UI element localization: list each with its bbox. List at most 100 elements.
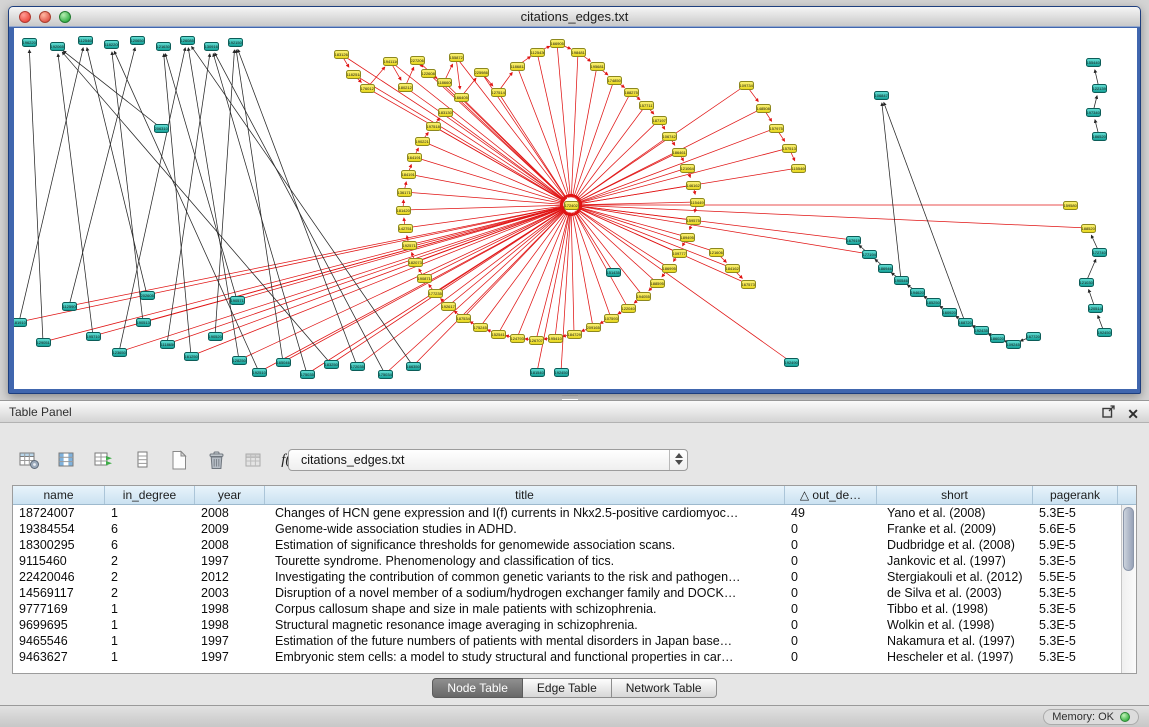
graph-node[interactable]: 1831264 <box>334 50 349 59</box>
graph-node[interactable]: 1841627 <box>725 264 740 273</box>
graph-node[interactable]: 1155469 <box>791 164 806 173</box>
table-disabled-icon[interactable] <box>241 447 268 473</box>
graph-node[interactable]: 1802126 <box>398 83 413 92</box>
table-row[interactable]: 1830029562008Estimation of significance … <box>13 537 1121 553</box>
table-row[interactable]: 969969511998Structural magnetic resonanc… <box>13 617 1121 633</box>
graph-node[interactable]: 1841913 <box>401 170 416 179</box>
graph-node[interactable]: 1210305 <box>1079 278 1094 287</box>
graph-node[interactable]: 1525415 <box>491 330 506 339</box>
graph-node[interactable]: 1664051 <box>454 93 469 102</box>
graph-node[interactable]: 1182518 <box>346 70 361 79</box>
graph-node[interactable]: 1924902 <box>784 358 799 367</box>
graph-node[interactable]: 1815405 <box>530 368 545 377</box>
table-select-combobox[interactable]: citations_edges.txt <box>288 449 688 471</box>
graph-node[interactable]: 1750344 <box>378 370 393 379</box>
graph-node[interactable]: 1894951 <box>680 233 695 242</box>
graph-node[interactable]: 1750355 <box>300 370 315 379</box>
column-header-pagerank[interactable]: pagerank <box>1033 486 1118 504</box>
graph-node[interactable]: 1675737 <box>741 280 756 289</box>
graph-node[interactable]: 1902214 <box>415 137 430 146</box>
column-header-short[interactable]: short <box>877 486 1033 504</box>
graph-node[interactable]: 1118650 <box>160 340 175 349</box>
graph-node[interactable]: 1720354 <box>350 362 365 371</box>
graph-node[interactable]: 1125465 <box>78 36 93 45</box>
column-header-year[interactable]: year <box>195 486 265 504</box>
table-row[interactable]: 946362711997Embryonic stem cells: a mode… <box>13 649 1121 665</box>
graph-node[interactable]: 1067427 <box>662 132 677 141</box>
graph-node[interactable]: 1925712 <box>402 241 417 250</box>
graph-node[interactable]: 1727405 <box>1092 248 1107 257</box>
graph-node[interactable]: 1962205 <box>22 38 37 47</box>
graph-node[interactable]: 1819105 <box>14 318 27 327</box>
graph-node[interactable]: 1924355 <box>974 326 989 335</box>
graph-node[interactable]: 2259867 <box>474 68 489 77</box>
graph-node[interactable]: 1852505 <box>926 298 941 307</box>
graph-node[interactable]: 1579751 <box>769 124 784 133</box>
graph-node[interactable]: 1205145 <box>1088 304 1103 313</box>
graph-node[interactable]: 1924505 <box>1097 328 1112 337</box>
graph-node[interactable]: 1577117 <box>639 101 654 110</box>
table-columns-icon[interactable] <box>53 447 80 473</box>
graph-node[interactable]: 1275141 <box>491 88 506 97</box>
graph-node[interactable]: 1864610 <box>672 148 687 157</box>
graph-node[interactable]: 1226083 <box>421 69 436 78</box>
graph-node[interactable]: 1154491 <box>690 198 705 207</box>
graph-node[interactable]: 1905714 <box>230 296 245 305</box>
graph-node[interactable]: 1309165 <box>204 42 219 51</box>
graph-node[interactable]: 1575135 <box>782 144 797 153</box>
graph-node[interactable]: 1186812 <box>510 62 525 71</box>
graph-node[interactable]: 2272065 <box>410 56 425 65</box>
graph-node[interactable]: 2091651 <box>586 323 601 332</box>
graph-node[interactable]: 1752452 <box>473 323 488 332</box>
graph-node[interactable]: 1461627 <box>686 181 701 190</box>
column-header-in_degree[interactable]: in_degree <box>105 486 195 504</box>
graph-node[interactable]: 1663505 <box>406 362 421 371</box>
close-window-icon[interactable] <box>19 11 31 23</box>
table-row[interactable]: 2242004622012Investigating the contribut… <box>13 569 1121 585</box>
table-row[interactable]: 977716911998Corpus callosum shape and si… <box>13 601 1121 617</box>
graph-node[interactable]: 1210646 <box>680 164 695 173</box>
graph-node[interactable]: 1885952 <box>650 279 665 288</box>
graph-node[interactable]: 1973403 <box>1086 108 1101 117</box>
graph-node[interactable]: 1075931 <box>604 314 619 323</box>
table-row[interactable]: 1938455462009Genome-wide association stu… <box>13 521 1121 537</box>
graph-node[interactable]: 1772354 <box>428 289 443 298</box>
graph-node[interactable]: 1612505 <box>184 352 199 361</box>
table-row[interactable]: 911546021997Tourette syndrome. Phenomeno… <box>13 553 1121 569</box>
graph-node[interactable]: 1957105 <box>86 332 101 341</box>
graph-node[interactable]: 1216305 <box>156 42 171 51</box>
graph-node[interactable]: 1820731 <box>408 258 423 267</box>
graph-node[interactable]: 1724025 <box>564 201 579 210</box>
graph-node[interactable]: 1247935 <box>510 334 525 343</box>
graph-node[interactable]: 1865205 <box>1092 132 1107 141</box>
graph-node[interactable]: 1860205 <box>990 334 1005 343</box>
graph-node[interactable]: 1946205 <box>910 288 925 297</box>
graph-node[interactable]: 1677205 <box>1026 332 1041 341</box>
graph-node[interactable]: 1975180 <box>426 122 441 131</box>
graph-node[interactable]: 1282505 <box>232 356 247 365</box>
graph-node[interactable]: 1485083 <box>756 104 771 113</box>
table-scrollbar[interactable] <box>1121 505 1136 673</box>
graph-node[interactable]: 1595754 <box>686 216 701 225</box>
graph-node[interactable]: 1679197 <box>846 236 861 245</box>
table-scrollbar-thumb[interactable] <box>1123 507 1134 571</box>
network-canvas[interactable]: 1724025183126411825181760122194111618021… <box>14 28 1137 389</box>
graph-node[interactable]: 1097343 <box>739 81 754 90</box>
tab-edge-table[interactable]: Edge Table <box>523 678 612 698</box>
graph-node[interactable]: 1206505 <box>130 36 145 45</box>
graph-node[interactable]: 1956812 <box>590 62 605 71</box>
graph-node[interactable]: 1267072 <box>529 336 544 345</box>
graph-node[interactable]: 1832505 <box>324 360 339 369</box>
graph-node[interactable]: 1920654 <box>50 42 65 51</box>
graph-node[interactable]: 1220407 <box>621 304 636 313</box>
graph-node[interactable]: 1941116 <box>383 57 398 66</box>
graph-node[interactable]: 1558723 <box>449 53 464 62</box>
graph-node[interactable]: 1924502 <box>554 368 569 377</box>
graph-node[interactable]: 1125905 <box>62 302 77 311</box>
graph-node[interactable]: 1669050 <box>550 39 565 48</box>
table-import-icon[interactable] <box>91 447 118 473</box>
graph-node[interactable]: 1908713 <box>417 274 432 283</box>
graph-node[interactable]: 1641913 <box>407 153 422 162</box>
graph-node[interactable]: 1216062 <box>709 248 724 257</box>
graph-node[interactable]: 1882755 <box>624 88 639 97</box>
